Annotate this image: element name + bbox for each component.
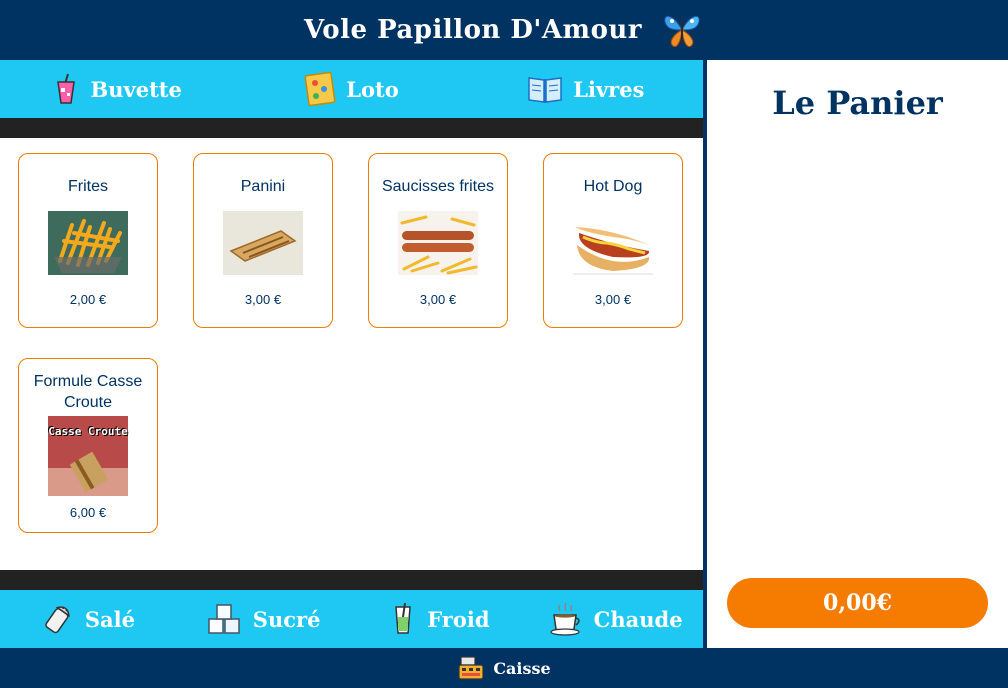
- cold-drink-icon: [389, 603, 417, 635]
- cart-panel: Le Panier 0,00€: [707, 60, 1008, 648]
- panini-image: [223, 211, 303, 275]
- product-card-formule-casse-croute[interactable]: Formule Casse Croute Casse Croute 6,00 €: [18, 358, 158, 533]
- fries-image: [48, 211, 128, 275]
- nav-label-loto: Loto: [346, 76, 399, 102]
- subcategory-nav: Salé Sucré Froid Chaude: [0, 590, 703, 648]
- nav-item-froid[interactable]: Froid: [352, 603, 528, 635]
- nav-item-loto[interactable]: Loto: [234, 72, 468, 106]
- butterfly-icon: [660, 8, 704, 52]
- nav-label-froid: Froid: [427, 606, 490, 632]
- hot-dog-image: [573, 211, 653, 275]
- casse-croute-image-text: Casse Croute: [48, 425, 128, 438]
- product-card-panini[interactable]: Panini 3,00 €: [193, 153, 333, 328]
- product-card-hot-dog[interactable]: Hot Dog 3,00 €: [543, 153, 683, 328]
- nav-label-sale: Salé: [84, 606, 135, 632]
- product-price: 3,00 €: [594, 292, 632, 307]
- cart-total-button[interactable]: 0,00€: [727, 578, 988, 628]
- cart-total: 0,00€: [823, 590, 892, 616]
- product-price: 3,00 €: [244, 292, 282, 307]
- nav-item-sale[interactable]: Salé: [0, 602, 176, 636]
- nav-item-livres[interactable]: Livres: [469, 74, 703, 104]
- product-name: Saucisses frites: [381, 178, 495, 195]
- category-nav: Buvette Loto Livres: [0, 60, 703, 118]
- product-price: 3,00 €: [419, 292, 457, 307]
- caisse-label: Caisse: [493, 658, 551, 678]
- cash-register-icon: [457, 655, 485, 681]
- product-price: 2,00 €: [69, 292, 107, 307]
- nav-label-buvette: Buvette: [90, 76, 182, 102]
- app-title: Vole Papillon D'Amour: [303, 15, 643, 45]
- drink-icon: [52, 73, 80, 105]
- nav-label-sucre: Sucré: [252, 606, 321, 632]
- nav-item-chaude[interactable]: Chaude: [527, 601, 703, 637]
- nav-item-buvette[interactable]: Buvette: [0, 73, 234, 105]
- product-name: Panini: [240, 178, 286, 195]
- book-icon: [527, 74, 563, 104]
- salt-shaker-icon: [41, 602, 75, 636]
- separator-band-bottom: [0, 570, 703, 590]
- cart-title: Le Panier: [772, 84, 943, 122]
- nav-label-chaude: Chaude: [593, 606, 683, 632]
- product-price: 6,00 €: [69, 505, 107, 520]
- hot-cup-icon: [548, 601, 584, 637]
- casse-croute-image: Casse Croute: [48, 416, 128, 496]
- product-name: Hot Dog: [583, 178, 643, 195]
- nav-label-livres: Livres: [573, 76, 645, 102]
- product-name: Formule Casse Croute: [33, 373, 143, 411]
- product-card-frites[interactable]: Frites 2,00 €: [18, 153, 158, 328]
- loto-card-icon: [304, 72, 336, 106]
- caisse-button[interactable]: Caisse: [0, 648, 1008, 688]
- sugar-cubes-icon: [207, 603, 243, 635]
- product-name: Frites: [68, 178, 108, 195]
- nav-item-sucre[interactable]: Sucré: [176, 603, 352, 635]
- sausages-fries-image: [398, 211, 478, 275]
- product-card-saucisses-frites[interactable]: Saucisses frites 3,00 €: [368, 153, 508, 328]
- app-header: Vole Papillon D'Amour: [0, 0, 1008, 60]
- separator-band-top: [0, 118, 703, 138]
- product-grid: Frites 2,00 € Panini 3,00 € Saucisses fr…: [0, 138, 703, 570]
